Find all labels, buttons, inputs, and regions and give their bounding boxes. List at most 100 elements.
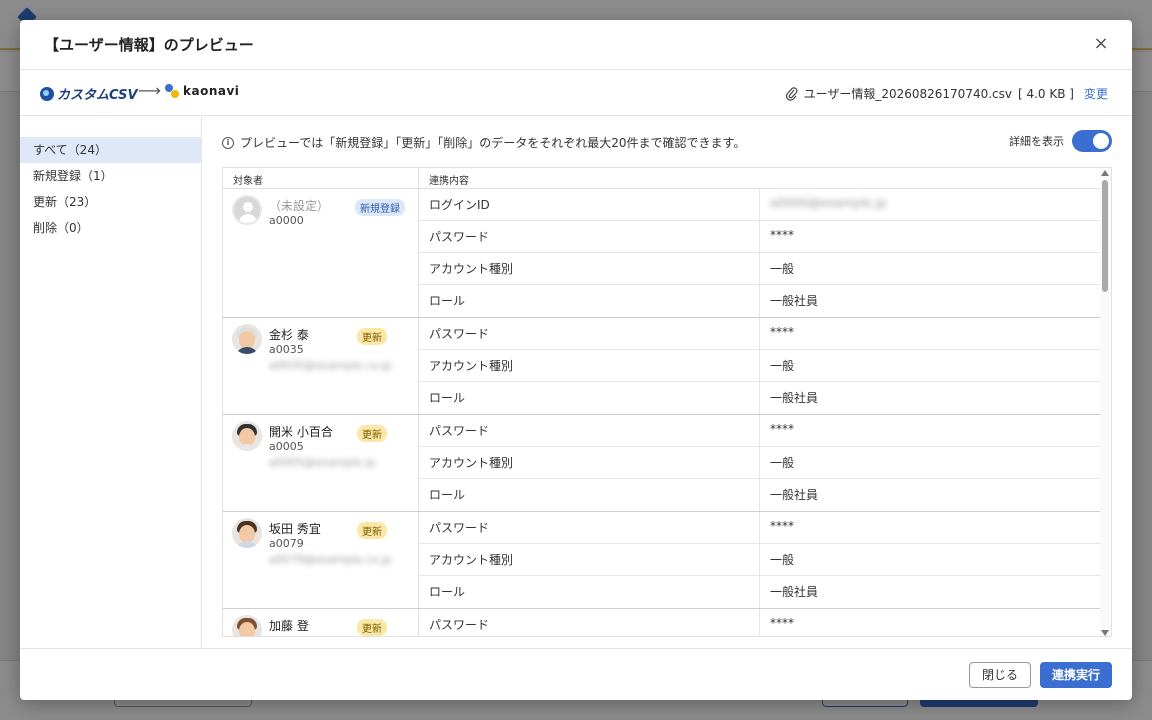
- preview-main: i プレビューでは「新規登録」「更新」「削除」のデータをそれぞれ最大20件まで確…: [202, 117, 1132, 648]
- scroll-up-icon[interactable]: [1101, 170, 1109, 176]
- preview-table: 対象者 連携内容 （未設定） a0000 新規登録 ログインID a0000@examp…: [222, 167, 1112, 637]
- table-row: ロール 一般社員: [418, 285, 1101, 317]
- person-name: （未設定）: [269, 199, 330, 213]
- table-row: ロール 一般社員: [418, 382, 1101, 414]
- property-name: アカウント種別: [429, 359, 514, 373]
- info-line: i プレビューでは「新規登録」「更新」「削除」のデータをそれぞれ最大20件まで確…: [222, 134, 745, 151]
- property-name: パスワード: [429, 230, 490, 244]
- detail-toggle[interactable]: [1072, 130, 1112, 152]
- close-button[interactable]: 閉じる: [969, 662, 1031, 688]
- table-row: パスワード ****: [418, 415, 1101, 447]
- detail-toggle-group: 詳細を表示: [1009, 130, 1112, 152]
- sidebar-item[interactable]: 削除（0）: [20, 215, 201, 241]
- person-email: a0005@example.jp: [269, 456, 376, 469]
- property-value: 一般社員: [770, 294, 819, 308]
- modal-title: 【ユーザー情報】のプレビュー: [44, 36, 254, 54]
- property-name: パスワード: [429, 521, 490, 535]
- property-value: 一般: [770, 262, 795, 276]
- preview-modal: 【ユーザー情報】のプレビュー × カスタムCSV ⟶ kaonavi ユーザー情…: [20, 20, 1132, 700]
- arrow-right-icon: ⟶: [138, 81, 161, 100]
- status-badge: 新規登録: [355, 199, 405, 216]
- change-file-link[interactable]: 変更: [1084, 85, 1108, 102]
- cell-divider: [759, 350, 760, 382]
- sidebar-item[interactable]: 更新（23）: [20, 189, 201, 215]
- record-person: 加藤 登a0603 更新: [223, 609, 418, 636]
- person-code: a0035: [269, 343, 304, 356]
- sidebar-item[interactable]: すべて（24）: [20, 137, 201, 163]
- table-scrollbar[interactable]: [1100, 168, 1110, 636]
- table-body: （未設定） a0000 新規登録 ログインID a0000@example.jp パスワー…: [223, 189, 1101, 636]
- table-row: アカウント種別 一般: [418, 350, 1101, 382]
- property-value: 一般: [770, 553, 795, 567]
- property-value: 一般社員: [770, 391, 819, 405]
- table-header: 対象者 連携内容: [223, 168, 1101, 189]
- cell-divider: [759, 318, 760, 350]
- sidebar-item[interactable]: 新規登録（1）: [20, 163, 201, 189]
- file-info: ユーザー情報_20260826170740.csv [ 4.0 KB ] 変更: [785, 85, 1108, 102]
- cell-divider: [759, 221, 760, 253]
- destination-name: kaonavi: [183, 84, 240, 98]
- table-row: アカウント種別 一般: [418, 544, 1101, 576]
- record-group: 坂田 秀宜 a0079 a0079@example.co.jp 更新 パスワード ****…: [223, 512, 1101, 609]
- modal-header: 【ユーザー情報】のプレビュー ×: [20, 20, 1132, 70]
- record-person: 坂田 秀宜 a0079 a0079@example.co.jp 更新: [223, 512, 418, 608]
- record-group: 金杉 泰 a0035 a0035@example.co.jp 更新 パスワード **** ア…: [223, 318, 1101, 415]
- avatar: [232, 324, 262, 354]
- property-name: ロール: [429, 585, 466, 599]
- property-name: アカウント種別: [429, 456, 514, 470]
- cell-divider: [759, 447, 760, 479]
- cell-divider: [759, 576, 760, 608]
- table-row: アカウント種別 一般: [418, 447, 1101, 479]
- file-name: ユーザー情報_20260826170740.csv: [803, 87, 1012, 101]
- info-text: プレビューでは「新規登録」「更新」「削除」のデータをそれぞれ最大20件まで確認で…: [240, 136, 746, 150]
- empty-avatar-icon: [232, 195, 262, 225]
- property-value: 一般社員: [770, 488, 819, 502]
- avatar: [232, 615, 262, 636]
- property-name: ロール: [429, 391, 466, 405]
- person-code: a0000: [269, 214, 304, 227]
- person-name: 開米 小百合: [269, 425, 333, 439]
- property-name: ロール: [429, 488, 466, 502]
- property-value: 一般: [770, 456, 795, 470]
- property-name: パスワード: [429, 424, 490, 438]
- status-badge: 更新: [357, 522, 387, 539]
- person-email: a0079@example.co.jp: [269, 553, 392, 566]
- cell-divider: [759, 512, 760, 544]
- scroll-down-icon[interactable]: [1101, 630, 1109, 636]
- person-code: a0603: [269, 634, 304, 636]
- info-icon: i: [222, 136, 234, 149]
- connection-bar: カスタムCSV ⟶ kaonavi ユーザー情報_20260826170740.…: [20, 71, 1132, 116]
- table-row: パスワード ****: [418, 512, 1101, 544]
- property-name: アカウント種別: [429, 553, 514, 567]
- table-row: ロール 一般社員: [418, 576, 1101, 608]
- cell-divider: [759, 285, 760, 317]
- property-name: ロール: [429, 294, 466, 308]
- record-group: 加藤 登a0603 更新 パスワード ****: [223, 609, 1101, 636]
- property-name: パスワード: [429, 327, 490, 341]
- cell-divider: [759, 382, 760, 414]
- cell-divider: [759, 415, 760, 447]
- column-header-target: 対象者: [233, 176, 263, 187]
- run-sync-button[interactable]: 連携実行: [1040, 662, 1112, 688]
- property-value: a0000@example.jp: [770, 196, 887, 210]
- detail-toggle-label: 詳細を表示: [1009, 135, 1064, 148]
- record-person: （未設定） a0000 新規登録: [223, 189, 418, 317]
- record-group: 開米 小百合 a0005 a0005@example.jp 更新 パスワード **** アカ…: [223, 415, 1101, 512]
- table-row: パスワード ****: [418, 221, 1101, 253]
- status-badge: 更新: [357, 619, 387, 636]
- property-value: 一般社員: [770, 585, 819, 599]
- cell-divider: [759, 609, 760, 636]
- scroll-thumb[interactable]: [1102, 180, 1108, 292]
- property-value: ****: [770, 422, 794, 436]
- status-badge: 更新: [357, 425, 387, 442]
- table-row: アカウント種別 一般: [418, 253, 1101, 285]
- file-size: [ 4.0 KB ]: [1017, 86, 1074, 101]
- person-email: a0035@example.co.jp: [269, 359, 392, 372]
- avatar: [232, 518, 262, 548]
- close-icon[interactable]: ×: [1090, 33, 1112, 55]
- source-name: カスタムCSV: [57, 88, 138, 103]
- property-name: ログインID: [429, 198, 490, 212]
- avatar: [232, 421, 262, 451]
- column-header-content: 連携内容: [429, 176, 469, 187]
- person-code: a0005: [269, 440, 304, 453]
